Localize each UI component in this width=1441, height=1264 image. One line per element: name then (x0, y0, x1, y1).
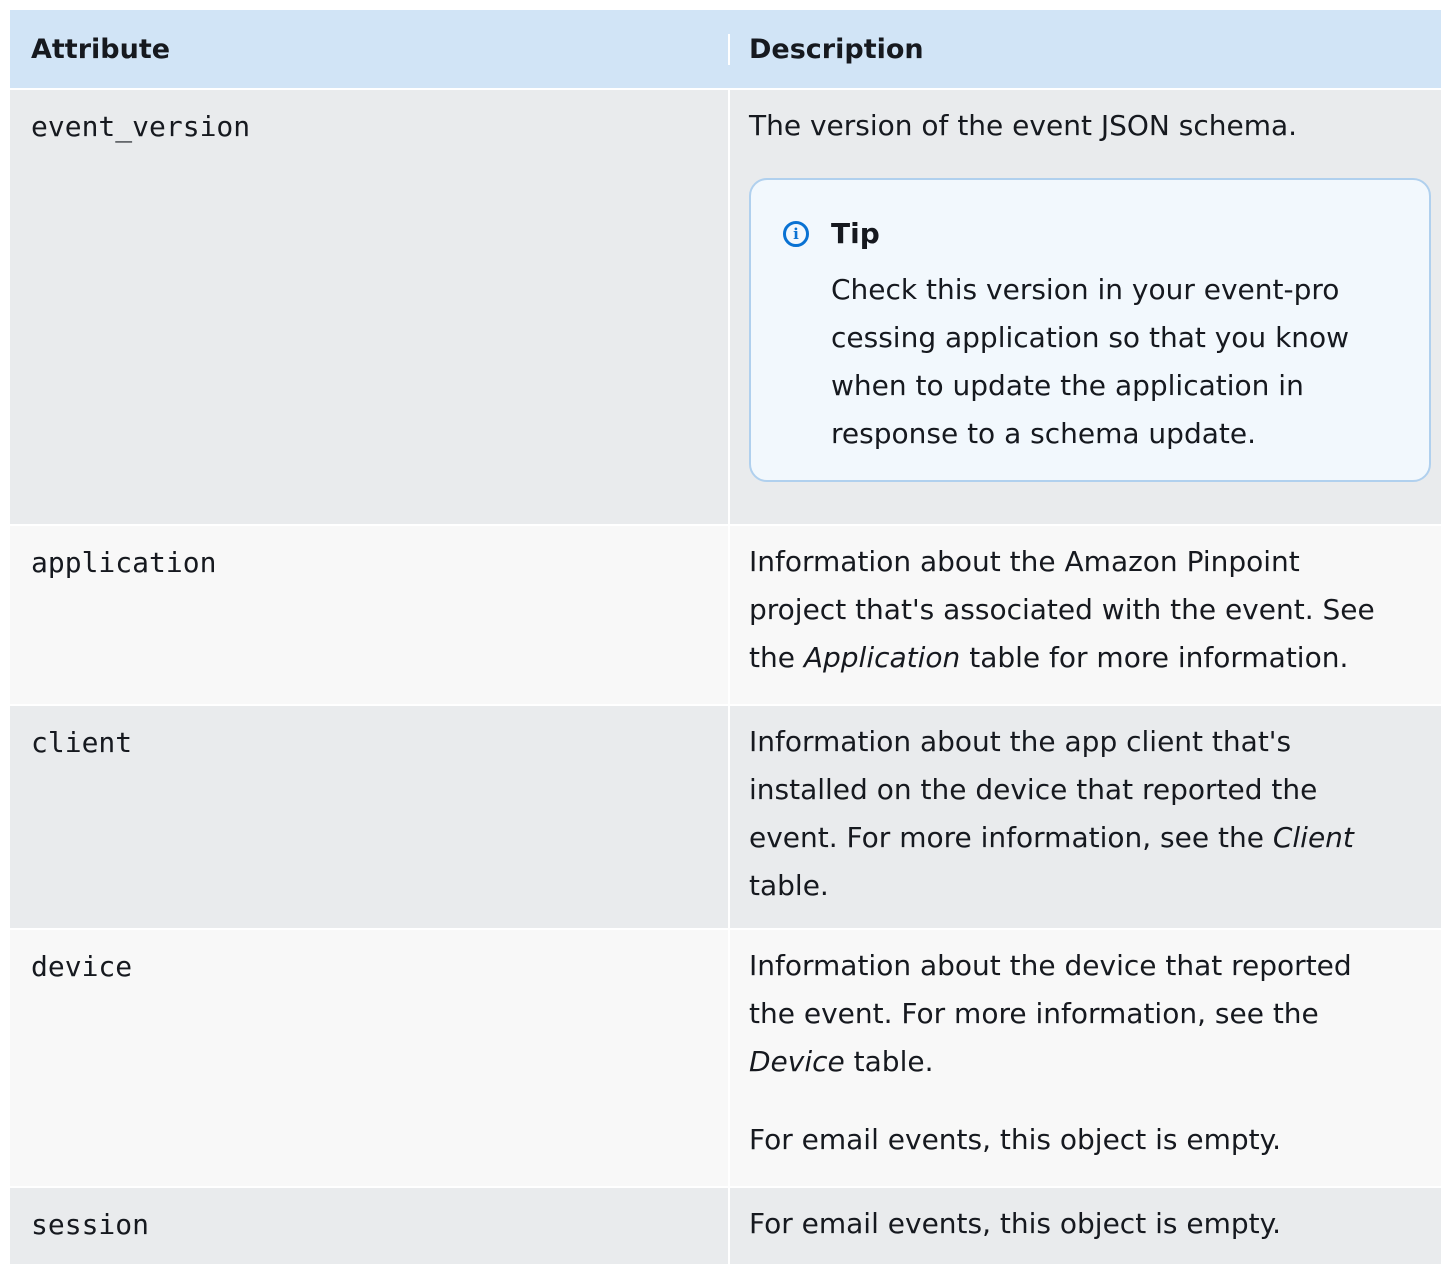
description-line: Information about the app client that's (749, 725, 1292, 758)
description-line: the Application table for more informati… (749, 634, 1435, 682)
attribute-cell: event_version (10, 90, 730, 524)
description-note: For email events, this object is empty. (749, 1123, 1282, 1156)
tip-header: i Tip (783, 214, 1409, 254)
description-cell: For email events, this object is empty. (730, 1188, 1441, 1264)
table-row: session For email events, this object is… (10, 1188, 1441, 1264)
description-text: event. For more information, see the (749, 821, 1273, 854)
attribute-cell: session (10, 1188, 730, 1264)
tip-line: cessing application so that you know (831, 321, 1350, 354)
tip-callout: i Tip Check this version in your event-p… (749, 178, 1431, 482)
attribute-cell: device (10, 930, 730, 1186)
attribute-cell: application (10, 526, 730, 704)
application-table-ref: Application (803, 641, 961, 674)
tip-title: Tip (831, 217, 880, 250)
description-cell: The version of the event JSON schema. i … (730, 90, 1441, 524)
description-line: installed on the device that reported th… (749, 773, 1318, 806)
table-row: event_version The version of the event J… (10, 90, 1441, 526)
description-line: Device table. (749, 1038, 1435, 1086)
attribute-cell: client (10, 706, 730, 928)
tip-body: Check this version in your event-pro ces… (783, 266, 1409, 458)
tip-line: response to a schema update. (831, 417, 1256, 450)
description-line: project that's associated with the event… (749, 593, 1375, 626)
info-icon: i (783, 221, 809, 247)
description-line: For email events, this object is empty. (749, 1207, 1282, 1240)
description-cell: Information about the Amazon Pinpoint pr… (730, 526, 1441, 704)
table-row: device Information about the device that… (10, 930, 1441, 1188)
description-line: Information about the Amazon Pinpoint (749, 545, 1300, 578)
attributes-table: Attribute Description event_version The … (10, 10, 1441, 1264)
description-line: the event. For more information, see the (749, 997, 1319, 1030)
description-text: table. (844, 1045, 934, 1078)
tip-line: Check this version in your event-pro (831, 273, 1340, 306)
tip-line: when to update the application in (831, 369, 1304, 402)
description-line: table. (749, 869, 829, 902)
description-text: table for more information. (960, 641, 1349, 674)
description-cell: Information about the device that report… (730, 930, 1441, 1186)
description-text: the (749, 641, 804, 674)
table-row: application Information about the Amazon… (10, 526, 1441, 706)
description-cell: Information about the app client that's … (730, 706, 1441, 928)
description-text: The version of the event JSON schema. (749, 109, 1298, 142)
header-attribute: Attribute (10, 33, 730, 65)
client-table-ref: Client (1272, 821, 1354, 854)
device-table-ref: Device (749, 1045, 845, 1078)
table-header-row: Attribute Description (10, 10, 1441, 90)
description-line: Information about the device that report… (749, 949, 1352, 982)
table-row: client Information about the app client … (10, 706, 1441, 930)
description-line: event. For more information, see the Cli… (749, 814, 1435, 862)
header-description: Description (749, 33, 924, 65)
